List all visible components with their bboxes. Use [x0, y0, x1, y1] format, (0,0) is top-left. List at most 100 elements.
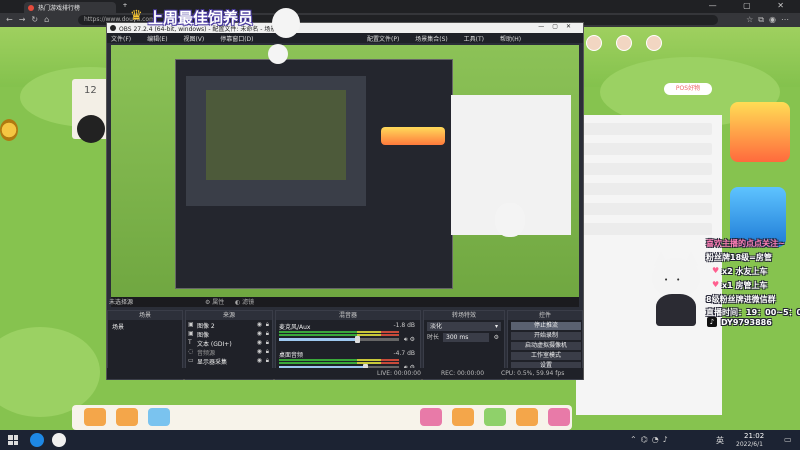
lock-icon[interactable]: 🔒︎: [266, 348, 269, 356]
eye-icon[interactable]: ◉: [257, 321, 262, 328]
clock-time[interactable]: 21:02: [744, 432, 764, 440]
obs-app-icon[interactable]: [52, 433, 66, 447]
system-tray-icons[interactable]: ⌃⌬◔♪: [630, 435, 672, 444]
properties-button[interactable]: ⚙ 属性: [205, 297, 224, 306]
avatar[interactable]: [586, 35, 602, 51]
source-row[interactable]: ▭ 显示器采集 ◉ 🔒︎: [188, 357, 270, 366]
source-row[interactable]: ▣ 图像 2 ◉ 🔒︎: [188, 321, 270, 330]
volume-meter: [279, 331, 399, 333]
menu-edit[interactable]: 编辑(E): [147, 36, 167, 43]
stop-streaming-button[interactable]: 停止推流: [511, 322, 581, 330]
lock-icon[interactable]: 🔒︎: [266, 357, 269, 365]
gift-icon[interactable]: [84, 408, 106, 426]
gift-icon[interactable]: [484, 408, 506, 426]
menu-dots-icon[interactable]: ⋯: [781, 15, 794, 24]
chat-row: [582, 183, 712, 195]
properties-label: 属性: [212, 299, 225, 306]
gift-icon[interactable]: [516, 408, 538, 426]
chat-row: [582, 203, 712, 215]
network-icon: ⌬: [640, 435, 652, 444]
promo-follow-text: 喜欢主播的点点关注~: [706, 239, 785, 248]
cat-eyes: ••: [664, 276, 689, 284]
extensions-icon[interactable]: ⧉: [758, 15, 769, 24]
eye-icon[interactable]: ◉: [257, 357, 262, 364]
gear-icon: ⚙: [409, 336, 415, 343]
obs-menubar: 文件(F) 编辑(E) 视图(V) 停靠窗口(D) 配置文件(P) 场景集合(S…: [107, 33, 583, 43]
mixer-channel-icons[interactable]: 🔊︎ ⚙: [404, 336, 415, 344]
menu-view[interactable]: 视图(V): [183, 36, 204, 43]
eye-icon[interactable]: ◉: [257, 348, 262, 355]
volume-slider[interactable]: [279, 336, 399, 343]
studio-mode-button[interactable]: 工作室模式: [511, 352, 581, 360]
duration-input[interactable]: 300 ms: [443, 333, 489, 342]
chat-row: [582, 223, 712, 235]
browser-tab-active[interactable]: 热门游戏排行榜: [24, 2, 116, 13]
new-tab-button[interactable]: +: [120, 2, 130, 13]
gift-icon[interactable]: [452, 408, 474, 426]
gear-icon[interactable]: ⚙: [494, 333, 499, 342]
menu-tools[interactable]: 工具(T): [464, 36, 484, 43]
eye-icon[interactable]: ◉: [257, 339, 262, 346]
source-row[interactable]: ◌ 音频源 ◉ 🔒︎: [188, 348, 270, 357]
start-recording-button[interactable]: 开始录制: [511, 332, 581, 340]
window-controls[interactable]: — ▢ ✕: [709, 1, 796, 10]
streamer-avatar[interactable]: [77, 115, 105, 143]
source-row[interactable]: T 文本 (GDI+) ◉ 🔒︎: [188, 339, 270, 348]
sources-header: 来源: [186, 311, 272, 320]
transition-type: 淡化: [430, 323, 443, 330]
source-row[interactable]: ▣ 图像 ◉ 🔒︎: [188, 330, 270, 339]
gift-icon[interactable]: [148, 408, 170, 426]
gift-icon[interactable]: [548, 408, 570, 426]
gift-icon[interactable]: [420, 408, 442, 426]
profile-icon[interactable]: ◉: [769, 15, 781, 24]
menu-help[interactable]: 帮助(H): [500, 36, 521, 43]
transition-select[interactable]: 淡化 ▾: [427, 322, 501, 331]
transitions-header: 转场特效: [424, 311, 504, 320]
crown-icon: ♛: [130, 8, 143, 24]
event-banner[interactable]: [730, 102, 790, 162]
browser-toolbar-icons[interactable]: ☆⧉◉⋯: [746, 15, 794, 25]
forward-icon[interactable]: →: [19, 15, 32, 24]
gift-icon[interactable]: [116, 408, 138, 426]
menu-docks[interactable]: 停靠窗口(D): [220, 36, 253, 43]
lock-icon[interactable]: 🔒︎: [266, 330, 269, 338]
virtual-camera-button[interactable]: 启动虚拟摄像机: [511, 342, 581, 350]
notification-icon[interactable]: ▭: [784, 435, 792, 444]
source-label: 文本 (GDI+): [197, 341, 232, 348]
back-icon[interactable]: ←: [6, 15, 19, 24]
edge-browser-icon[interactable]: [30, 433, 44, 447]
menu-profile[interactable]: 配置文件(P): [367, 36, 399, 43]
image-source-icon: ▣: [188, 321, 194, 328]
obs-preview-canvas[interactable]: [111, 45, 579, 307]
volume-meter: [279, 362, 399, 364]
clock-date[interactable]: 2022/6/1: [736, 441, 763, 448]
home-icon[interactable]: ⌂: [44, 15, 55, 24]
live-status: LIVE: 00:00:00: [377, 370, 421, 377]
controls-header: 控件: [508, 311, 582, 320]
reload-icon[interactable]: ↻: [31, 15, 44, 24]
obs-window-controls[interactable]: —▢✕: [538, 23, 579, 30]
douyu-favicon-icon: [28, 5, 34, 11]
windows-taskbar: ⌃⌬◔♪ 英 21:02 2022/6/1 ▭: [0, 430, 800, 450]
lock-icon[interactable]: 🔒︎: [266, 339, 269, 347]
filters-button[interactable]: ◐ 滤镜: [235, 297, 254, 306]
favorites-star-icon[interactable]: ☆: [746, 15, 758, 24]
ime-indicator[interactable]: 英: [716, 435, 724, 446]
eye-icon[interactable]: ◉: [257, 330, 262, 337]
avatar[interactable]: [616, 35, 632, 51]
nav-icons[interactable]: ←→↻⌂: [6, 15, 55, 24]
avatar[interactable]: [646, 35, 662, 51]
lock-icon[interactable]: 🔒︎: [266, 321, 269, 329]
filters-label: 滤镜: [242, 299, 255, 306]
cat-vtuber-avatar: ••: [648, 252, 704, 326]
source-label: 音频源: [197, 350, 216, 357]
pos-badge[interactable]: POS好物: [664, 83, 712, 95]
menu-scene-collection[interactable]: 场景集合(S): [415, 36, 448, 43]
mixer-channel-db: -1.8 dB: [393, 322, 415, 329]
scene-item[interactable]: 场景: [110, 322, 180, 331]
mixer-header: 混音器: [276, 311, 420, 320]
chat-row: [582, 123, 712, 135]
menu-file[interactable]: 文件(F): [111, 36, 131, 43]
volume-slider-knob[interactable]: [355, 336, 360, 343]
windows-start-icon[interactable]: [8, 435, 18, 445]
